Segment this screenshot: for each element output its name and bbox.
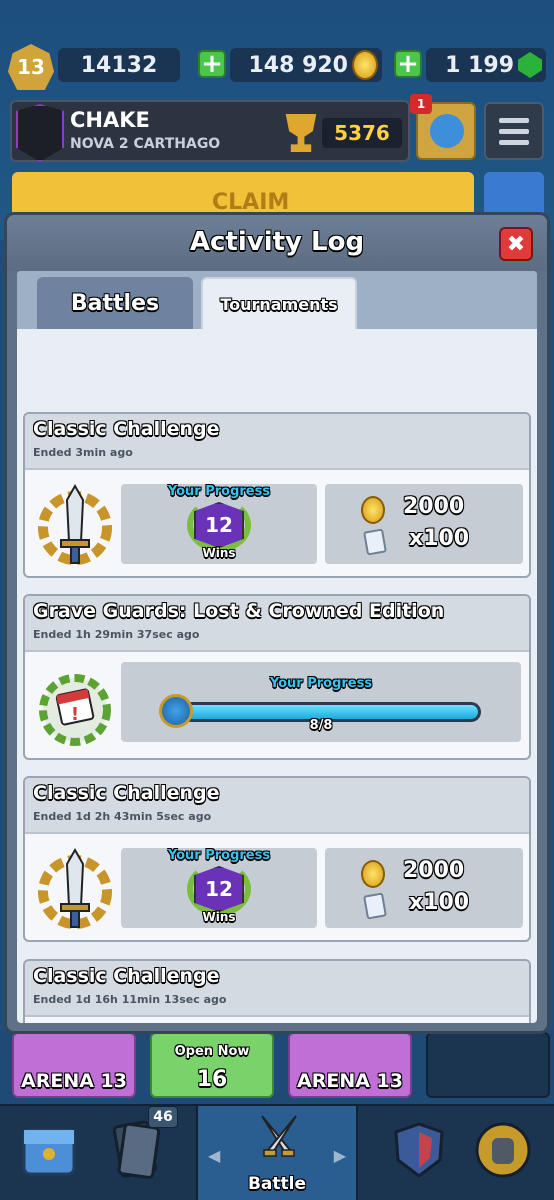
tournament-title: Classic Challenge [33, 782, 220, 804]
card-reward-icon [363, 892, 387, 920]
gold-counter: 148 920 [230, 48, 382, 82]
wins-badge: 12 [194, 502, 244, 548]
card-reward-icon [363, 528, 387, 556]
xp-value: 14132 [80, 52, 158, 78]
tournament-card[interactable]: Classic Challenge Ended 3min ago Your Pr… [23, 412, 531, 578]
player-name: CHAKE [70, 108, 150, 132]
tournament-card[interactable]: Classic Challenge Ended 1d 2h 43min 5sec… [23, 776, 531, 942]
tournament-card[interactable]: Classic Challenge Ended 1d 16h 11min 13s… [23, 959, 531, 1023]
close-icon: ✖ [506, 231, 526, 257]
tournament-title: Classic Challenge [33, 418, 220, 440]
tournament-ended-time: Ended 3min ago [33, 446, 133, 459]
gem-counter: 1 199 [426, 48, 546, 82]
card-header: Classic Challenge Ended 1d 16h 11min 13s… [25, 961, 529, 1017]
menu-button[interactable] [484, 102, 544, 160]
wins-badge: 12 [194, 866, 244, 912]
buy-gold-plus-icon[interactable]: + [198, 49, 226, 79]
progress-count: 8/8 [309, 718, 333, 733]
tournament-title: Grave Guards: Lost & Crowned Edition [33, 600, 445, 622]
shop-chest-icon [22, 1128, 76, 1176]
chest-slot-2-gems: 16 [196, 1067, 228, 1092]
gem-value: 1 199 [445, 52, 514, 78]
wins-label: Wins [202, 910, 236, 924]
buy-gems-plus-icon[interactable]: + [394, 49, 422, 79]
calendar-event-icon: ! [39, 674, 111, 746]
card-header: Classic Challenge Ended 1d 2h 43min 5sec… [25, 778, 529, 834]
svg-text:!: ! [71, 704, 79, 725]
tab-strip: Battles Tournaments [17, 271, 537, 329]
tournament-ended-time: Ended 1d 16h 11min 13sec ago [33, 993, 227, 1006]
tab-tournaments-label: Tournaments [220, 294, 338, 314]
xp-counter: 14132 [58, 48, 180, 82]
progress-box: Your Progress 8/8 [121, 662, 521, 742]
reward-box: 2000 x100 [325, 848, 523, 928]
chest-slot-3[interactable]: ARENA 13 [288, 1032, 412, 1098]
progress-box: Your Progress 12 Wins [121, 848, 317, 928]
trophy-icon [285, 114, 317, 152]
chest-slot-1-label: ARENA 13 [21, 1070, 127, 1092]
reward-gold: 2000 [403, 858, 465, 883]
home-header: 13 14132 + 148 920 + 1 199 CHAKE NOVA 2 … [0, 0, 554, 240]
cards-count-badge: 46 [148, 1106, 178, 1128]
gold-coin-icon [352, 50, 378, 80]
events-helmet-icon [475, 1122, 531, 1178]
menu-icon-line [499, 139, 529, 145]
classic-challenge-sword-icon [38, 847, 112, 929]
reward-cards: x100 [409, 890, 470, 915]
level-value: 13 [17, 55, 45, 79]
wins-count: 12 [205, 513, 233, 537]
progress-box: Your Progress 12 Wins [121, 484, 317, 564]
gold-value: 148 920 [248, 52, 348, 78]
profile-bar[interactable]: CHAKE NOVA 2 CARTHAGO 5376 [10, 100, 410, 162]
nav-right-arrow-icon: ▶ [333, 1146, 346, 1165]
progress-bar-fill [174, 705, 478, 719]
modal-header: Activity Log ✖ [7, 215, 547, 271]
menu-icon-line [499, 128, 529, 134]
tournament-ended-time: Ended 1h 29min 37sec ago [33, 628, 200, 641]
classic-challenge-sword-icon [38, 483, 112, 565]
reward-gold: 2000 [403, 494, 465, 519]
progress-label: Your Progress [167, 848, 271, 863]
activity-log-modal: Activity Log ✖ Battles Tournaments Class… [4, 212, 550, 1034]
modal-body: Battles Tournaments Classic Challenge En… [17, 271, 537, 1023]
clan-shield-icon [394, 1122, 444, 1178]
nav-battle[interactable]: ◀ ▶ Battle [196, 1106, 358, 1200]
clan-badge-icon [16, 104, 64, 162]
level-badge[interactable]: 13 [8, 44, 54, 90]
tab-tournaments[interactable]: Tournaments [201, 277, 357, 329]
wins-label: Wins [202, 546, 236, 560]
nav-left-arrow-icon: ◀ [208, 1146, 221, 1165]
trophy-count: 5376 [322, 118, 402, 148]
tab-battles[interactable]: Battles [37, 277, 193, 329]
battle-label: Battle [247, 1174, 307, 1194]
chest-slot-2-status: Open Now [174, 1044, 250, 1059]
card-header: Classic Challenge Ended 3min ago [25, 414, 529, 470]
tournament-ended-time: Ended 1d 2h 43min 5sec ago [33, 810, 212, 823]
gem-icon [518, 52, 542, 78]
wins-count: 12 [205, 877, 233, 901]
reward-cards: x100 [409, 526, 470, 551]
tab-battles-label: Battles [70, 290, 160, 316]
chest-slot-4-empty[interactable] [426, 1032, 550, 1098]
menu-icon-line [499, 117, 529, 123]
crossed-swords-icon [261, 1115, 297, 1157]
tournament-title: Classic Challenge [33, 965, 220, 987]
modal-title: Activity Log [189, 227, 365, 257]
chest-slot-1[interactable]: ARENA 13 [12, 1032, 136, 1098]
progress-label: Your Progress [269, 676, 373, 691]
card-header: Grave Guards: Lost & Crowned Edition End… [25, 596, 529, 652]
reward-box: 2000 x100 [325, 484, 523, 564]
nav-shop[interactable] [14, 1110, 84, 1190]
tournament-card[interactable]: Grave Guards: Lost & Crowned Edition End… [23, 594, 531, 760]
clan-name: NOVA 2 CARTHAGO [70, 136, 221, 152]
progress-label: Your Progress [167, 484, 271, 499]
nav-clan[interactable] [384, 1110, 454, 1190]
chest-slot-3-label: ARENA 13 [297, 1070, 403, 1092]
chest-slot-2[interactable]: Open Now 16 [150, 1032, 274, 1098]
gold-coin-icon [361, 860, 385, 888]
notification-badge: 1 [410, 94, 432, 114]
nav-events[interactable] [468, 1110, 538, 1190]
gold-coin-icon [361, 496, 385, 524]
close-button[interactable]: ✖ [499, 227, 533, 261]
